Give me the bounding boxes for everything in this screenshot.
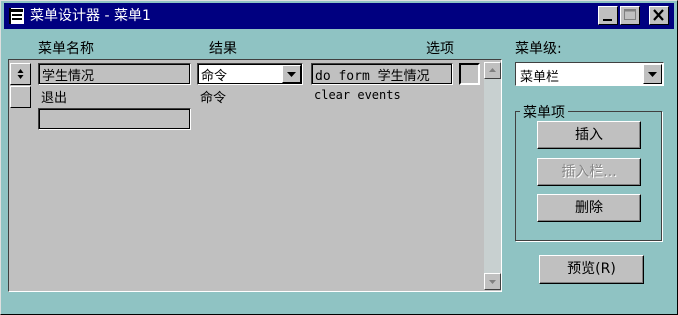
- scroll-up-icon: [489, 68, 496, 72]
- menu-designer-window: 菜单设计器 - 菜单1 菜单名称 结果 选项 学生情况 命令 do form 学…: [0, 0, 678, 315]
- window-title: 菜单设计器 - 菜单1: [30, 8, 151, 24]
- result-value: 命令: [201, 69, 228, 84]
- column-header-options: 选项: [426, 41, 454, 57]
- column-header-menu-name: 菜单名称: [38, 41, 94, 57]
- command-text[interactable]: clear events: [314, 88, 401, 102]
- result-dropdown-button[interactable]: [282, 65, 301, 83]
- dropdown-arrow-icon: [648, 72, 657, 77]
- column-header-result: 结果: [209, 41, 237, 57]
- new-menu-name-input[interactable]: [38, 108, 191, 130]
- scroll-down-button[interactable]: [484, 273, 501, 290]
- menu-name-text[interactable]: 退出: [41, 87, 67, 106]
- vertical-scrollbar[interactable]: [484, 62, 501, 290]
- result-text[interactable]: 命令: [200, 87, 226, 106]
- close-button[interactable]: [649, 6, 669, 25]
- command-value: do form 学生情况: [315, 69, 430, 84]
- menu-item-group-label: 菜单项: [520, 102, 568, 122]
- menu-designer-app-icon: [9, 8, 24, 24]
- menu-level-dropdown[interactable]: 菜单栏: [515, 62, 664, 86]
- move-handle-icon: [17, 69, 24, 79]
- minimize-button[interactable]: [598, 6, 618, 25]
- command-input[interactable]: do form 学生情况: [311, 63, 453, 85]
- maximize-icon: [624, 9, 636, 20]
- insert-button[interactable]: 插入: [537, 121, 641, 149]
- preview-button[interactable]: 预览(R): [539, 255, 644, 284]
- delete-button[interactable]: 删除: [537, 194, 641, 222]
- menu-level-value: 菜单栏: [520, 70, 560, 85]
- menu-name-value: 学生情况: [42, 69, 95, 84]
- menu-level-dropdown-button[interactable]: [643, 64, 662, 84]
- options-button[interactable]: [459, 63, 480, 85]
- row-move-handle[interactable]: [10, 86, 31, 108]
- title-bar[interactable]: 菜单设计器 - 菜单1: [4, 3, 674, 29]
- maximize-button[interactable]: [620, 6, 640, 25]
- menu-item-grid: 学生情况 命令 do form 学生情况 退出 命令 clear events: [8, 59, 502, 292]
- close-icon: [653, 9, 664, 21]
- minimize-icon: [603, 19, 612, 21]
- dropdown-arrow-icon: [287, 72, 296, 77]
- insert-bar-button[interactable]: 插入栏...: [537, 158, 641, 186]
- row-move-handle[interactable]: [10, 63, 31, 85]
- result-dropdown[interactable]: 命令: [197, 63, 303, 85]
- menu-level-label: 菜单级:: [515, 41, 562, 57]
- scroll-down-icon: [489, 280, 496, 284]
- menu-name-input[interactable]: 学生情况: [38, 63, 191, 85]
- scroll-up-button[interactable]: [484, 62, 501, 79]
